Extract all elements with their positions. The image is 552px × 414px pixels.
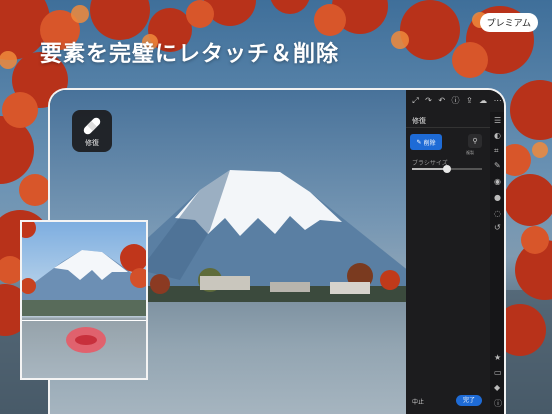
stamp-icon: ⚲ — [472, 137, 478, 145]
panel-title: 修復 — [412, 117, 426, 125]
brush-size-label: ブラシサイズ — [412, 160, 448, 167]
bandage-icon — [83, 117, 101, 135]
done-button[interactable]: 完了 — [456, 395, 482, 406]
divider — [406, 127, 490, 128]
presets-icon[interactable]: ◐ — [494, 132, 501, 140]
history-icon[interactable]: ↺ — [494, 224, 501, 232]
slider-fill — [412, 168, 447, 170]
remove-button[interactable]: ✎ 削除 — [410, 134, 442, 150]
tool-rail: ☰ ◐ ⌗ ✎ ◉ ● ◌ ↺ ★ ▭ ◆ ⓘ — [490, 112, 504, 414]
cloud-icon[interactable]: ☁ — [479, 97, 487, 105]
blur-icon[interactable]: ◌ — [494, 210, 501, 218]
cancel-button[interactable]: 中止 — [412, 397, 424, 406]
premium-badge[interactable]: プレミアム — [479, 13, 538, 32]
undo-icon[interactable]: ↶ — [438, 97, 445, 105]
info-circle-icon[interactable]: ⓘ — [494, 400, 502, 408]
inset-divider — [22, 320, 146, 321]
eraser-icon: ✎ — [416, 138, 422, 146]
brush-size-slider[interactable] — [412, 165, 482, 173]
slider-knob[interactable] — [443, 165, 451, 173]
redo-icon[interactable]: ↷ — [425, 97, 432, 105]
before-inset — [20, 220, 148, 380]
info-icon[interactable]: ⓘ — [452, 97, 460, 105]
promo-title: 要素を完璧にレタッチ＆削除 — [40, 42, 340, 67]
clone-button[interactable]: ⚲ — [468, 134, 482, 148]
lakeside-town — [140, 263, 406, 302]
share-icon[interactable]: ⇪ — [466, 97, 473, 105]
before-photo — [22, 222, 146, 353]
comment-icon[interactable]: ▭ — [494, 369, 502, 377]
heal-tool-chip[interactable]: 修復 — [72, 110, 112, 152]
more-icon[interactable]: ⋯ — [494, 97, 502, 105]
heal-tool-label: 修復 — [85, 139, 99, 147]
color-drop-icon[interactable]: ● — [494, 194, 501, 202]
mask-icon[interactable]: ◉ — [494, 178, 501, 186]
heal-brush-icon[interactable]: ✎ — [494, 162, 501, 170]
star-icon[interactable]: ★ — [494, 354, 501, 362]
clone-label: 複製 — [466, 150, 474, 155]
panel-topbar: ⤢ ↷ ↶ ⓘ ⇪ ☁ ⋯ — [406, 90, 504, 112]
remove-label: 削除 — [423, 139, 436, 147]
crop-icon[interactable]: ⌗ — [494, 147, 499, 155]
sliders-icon[interactable]: ☰ — [494, 117, 501, 125]
expand-icon[interactable]: ⤢ — [412, 97, 418, 105]
tag-icon[interactable]: ◆ — [494, 384, 500, 392]
edit-panel: ⤢ ↷ ↶ ⓘ ⇪ ☁ ⋯ 修復 ✎ 削除 ⚲ 複製 ブラシサイズ ☰ ◐ ⌗ … — [406, 90, 504, 414]
